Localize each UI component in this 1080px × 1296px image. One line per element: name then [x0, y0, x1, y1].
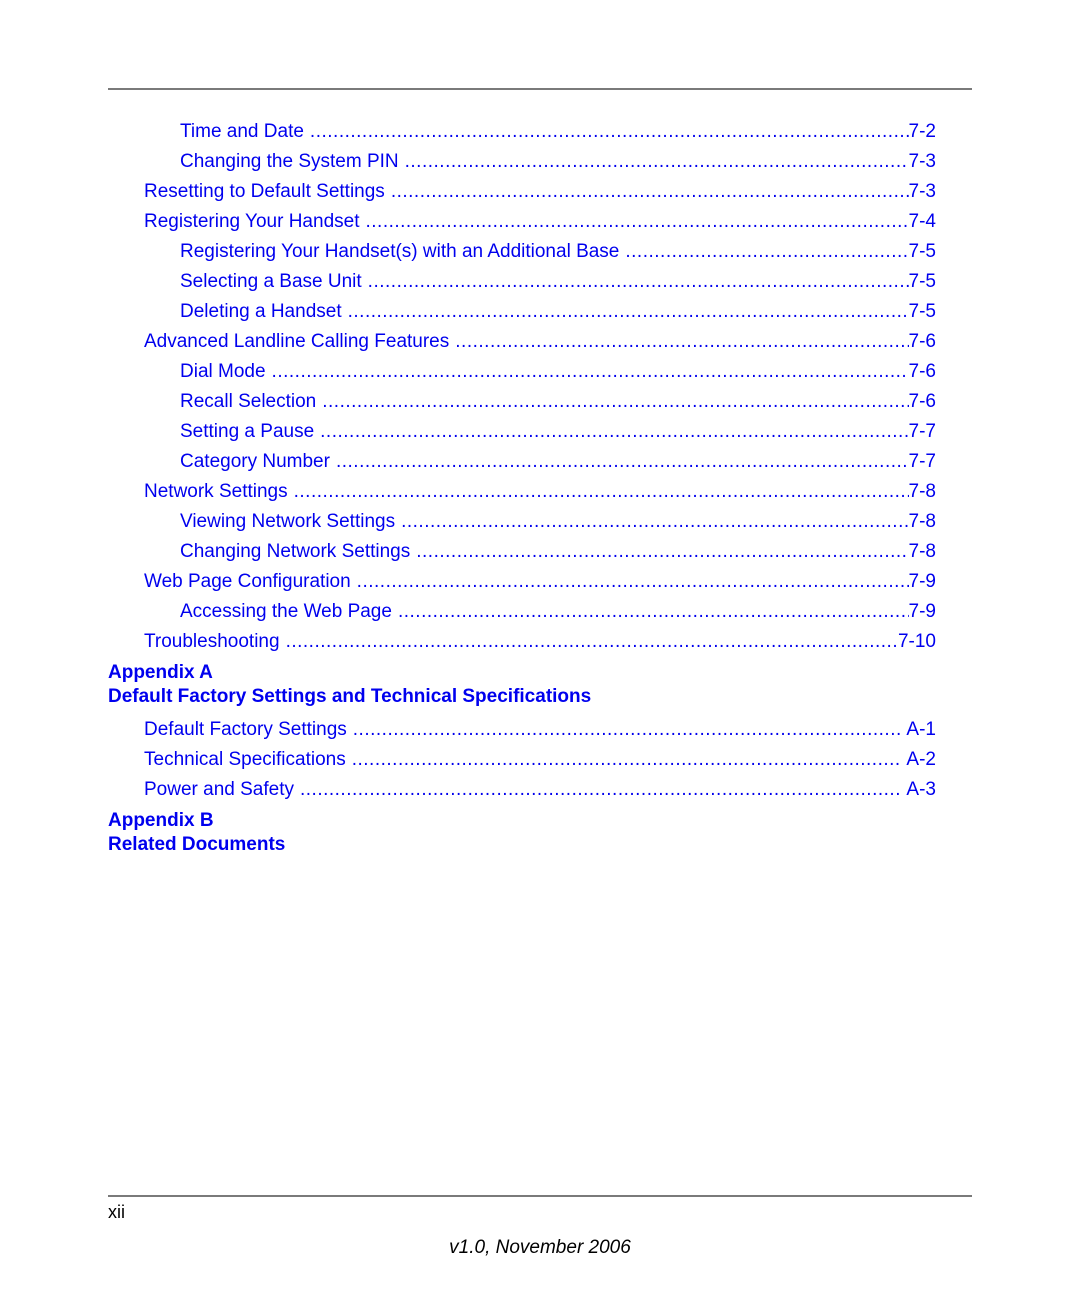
dot-leader [357, 571, 909, 593]
dot-leader [455, 331, 908, 353]
toc-entry-page: 7-3 [908, 181, 936, 202]
toc-entry-page: 7-8 [908, 481, 936, 502]
appendix-b-label[interactable]: Appendix B [108, 810, 214, 832]
toc-entry[interactable]: Technical Specifications A-2 [144, 749, 936, 773]
toc-entry-title: Changing Network Settings [180, 541, 411, 562]
dot-leader [352, 749, 901, 771]
toc-entry-title: Setting a Pause [180, 421, 315, 442]
dot-leader [336, 451, 909, 473]
toc-entry-title: Selecting a Base Unit [180, 271, 362, 292]
footer-rule [108, 1195, 972, 1197]
toc-entry-page: 7-8 [908, 511, 936, 532]
dot-leader [365, 211, 908, 233]
toc-entry[interactable]: Category Number 7-7 [180, 451, 936, 475]
dot-leader [322, 391, 908, 413]
dot-leader [401, 511, 908, 533]
toc-entry[interactable]: Accessing the Web Page 7-9 [180, 601, 936, 625]
appendix-a-label[interactable]: Appendix A [108, 662, 213, 684]
dot-leader [416, 541, 908, 563]
toc-entry-title: Resetting to Default Settings [144, 181, 385, 202]
toc-entry[interactable]: Changing Network Settings 7-8 [180, 541, 936, 565]
toc-entry-page: 7-10 [897, 631, 936, 652]
toc-entry[interactable]: Default Factory Settings A-1 [144, 719, 936, 743]
toc-entry-page: 7-4 [908, 211, 936, 232]
toc-entry[interactable]: Registering Your Handset 7-4 [144, 211, 936, 235]
toc-entry-title: Network Settings [144, 481, 288, 502]
appendix-b-title[interactable]: Related Documents [108, 834, 285, 856]
toc-entry-page: 7-5 [908, 301, 936, 322]
toc-entry-page: 7-2 [908, 121, 936, 142]
dot-leader [353, 719, 901, 741]
toc-entry[interactable]: Selecting a Base Unit 7-5 [180, 271, 936, 295]
dot-leader [286, 631, 898, 653]
toc-entry-title: Power and Safety [144, 779, 294, 800]
toc-entry[interactable]: Web Page Configuration 7-9 [144, 571, 936, 595]
dot-leader [625, 241, 908, 263]
toc-entry[interactable]: Network Settings 7-8 [144, 481, 936, 505]
toc-entry-title: Default Factory Settings [144, 719, 347, 740]
toc-entry[interactable]: Setting a Pause 7-7 [180, 421, 936, 445]
toc-entry-page: 7-5 [908, 271, 936, 292]
toc-entry-title: Technical Specifications [144, 749, 346, 770]
toc-entry-page: 7-7 [908, 421, 936, 442]
toc-entry-title: Deleting a Handset [180, 301, 342, 322]
dot-leader [272, 361, 909, 383]
dot-leader [320, 421, 908, 443]
dot-leader [398, 601, 909, 623]
toc-entry-page: 7-6 [908, 391, 936, 412]
toc-entry-title: Troubleshooting [144, 631, 280, 652]
toc-entry-page: 7-6 [908, 361, 936, 382]
toc-entry-title: Registering Your Handset [144, 211, 360, 232]
toc-entry[interactable]: Time and Date 7-2 [180, 121, 936, 145]
toc-entry[interactable]: Changing the System PIN 7-3 [180, 151, 936, 175]
toc-entry-page: 7-7 [908, 451, 936, 472]
toc-entry-title: Category Number [180, 451, 330, 472]
toc-entry-page: 7-8 [908, 541, 936, 562]
dot-leader [310, 121, 909, 143]
toc-entry[interactable]: Viewing Network Settings 7-8 [180, 511, 936, 535]
dot-leader [348, 301, 909, 323]
dot-leader [300, 779, 900, 801]
toc-entry-page: 7-9 [908, 571, 936, 592]
toc-entry-title: Viewing Network Settings [180, 511, 396, 532]
toc-entry-page: A-2 [906, 749, 936, 770]
toc-entry[interactable]: Resetting to Default Settings 7-3 [144, 181, 936, 205]
toc-entry-title: Recall Selection [180, 391, 317, 412]
toc-entry-title: Dial Mode [180, 361, 266, 382]
toc-entry-page: 7-3 [908, 151, 936, 172]
toc-entry-page: A-3 [906, 779, 936, 800]
toc-entry-page: 7-5 [908, 241, 936, 262]
appendix-a-title[interactable]: Default Factory Settings and Technical S… [108, 686, 591, 708]
toc-entry-title: Advanced Landline Calling Features [144, 331, 450, 352]
dot-leader [294, 481, 909, 503]
toc-entry-title: Web Page Configuration [144, 571, 351, 592]
dot-leader [405, 151, 909, 173]
toc-entry-page: 7-9 [908, 601, 936, 622]
toc-entry[interactable]: Troubleshooting 7-10 [144, 631, 936, 655]
page-number: xii [108, 1202, 125, 1222]
toc-entry[interactable]: Advanced Landline Calling Features 7-6 [144, 331, 936, 355]
toc-entry-title: Time and Date [180, 121, 304, 142]
toc-entry-page: 7-6 [908, 331, 936, 352]
toc-entry[interactable]: Registering Your Handset(s) with an Addi… [180, 241, 936, 265]
dot-leader [368, 271, 909, 293]
toc-entry[interactable]: Deleting a Handset 7-5 [180, 301, 936, 325]
version-label: v1.0, November 2006 [449, 1237, 631, 1258]
toc-entry[interactable]: Power and Safety A-3 [144, 779, 936, 803]
dot-leader [391, 181, 909, 203]
header-rule [108, 88, 972, 90]
toc-entry-page: A-1 [906, 719, 936, 740]
toc-entry-title: Registering Your Handset(s) with an Addi… [180, 241, 620, 262]
toc-entry[interactable]: Dial Mode 7-6 [180, 361, 936, 385]
toc-entry[interactable]: Recall Selection 7-6 [180, 391, 936, 415]
toc-entry-title: Changing the System PIN [180, 151, 399, 172]
toc-entry-title: Accessing the Web Page [180, 601, 392, 622]
